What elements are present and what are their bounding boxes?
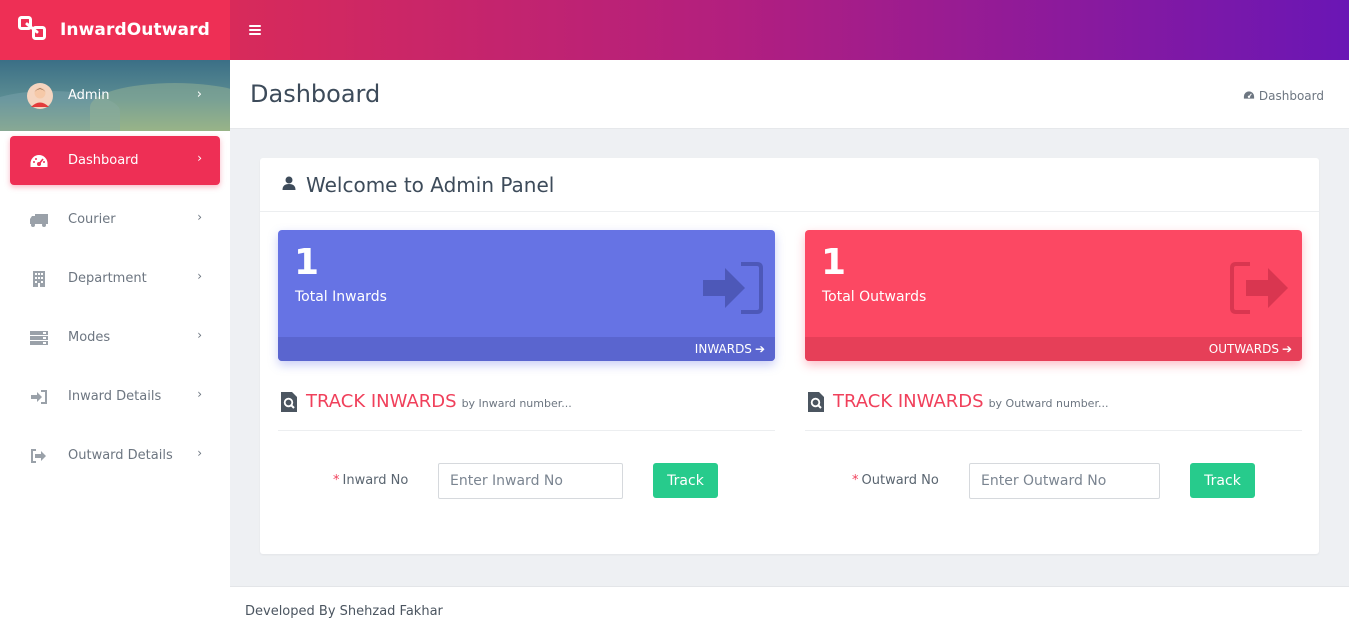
avatar <box>27 82 53 109</box>
user-panel-background <box>90 83 230 131</box>
sign-in-icon <box>701 260 765 320</box>
chevron-right-icon: › <box>196 87 202 102</box>
track-outward-button[interactable]: Track <box>1190 463 1255 498</box>
sidebar: Admin › Dashboard › Courier › Department… <box>0 60 230 636</box>
track-outwards-title: TRACK INWARDS <box>833 391 984 412</box>
user-name: Admin <box>68 88 110 103</box>
sidebar-item-inward-details[interactable]: Inward Details › <box>10 372 220 421</box>
inwards-label: Total Inwards <box>295 289 387 305</box>
sidebar-item-modes[interactable]: Modes › <box>10 313 220 362</box>
sidebar-item-label: Department <box>68 271 147 286</box>
outward-no-input[interactable] <box>969 463 1160 499</box>
breadcrumb-label: Dashboard <box>1258 89 1324 103</box>
outwards-link[interactable]: OUTWARDS ➔ <box>805 337 1302 361</box>
chevron-right-icon: › <box>197 387 202 401</box>
total-inwards-card: 1 Total Inwards INWARDS ➔ <box>278 230 775 361</box>
panel-header: Welcome to Admin Panel <box>260 158 1319 212</box>
track-outwards-header: TRACK INWARDS by Outward number... <box>805 391 1302 431</box>
sidebar-item-label: Courier <box>68 212 116 227</box>
track-inwards-header: TRACK INWARDS by Inward number... <box>278 391 775 431</box>
content-header: Dashboard Dashboard <box>230 60 1349 129</box>
track-inward-button[interactable]: Track <box>653 463 718 498</box>
chevron-right-icon: › <box>197 328 202 342</box>
sign-out-icon <box>1228 260 1292 320</box>
brand-title: InwardOutward <box>60 20 210 40</box>
chevron-right-icon: › <box>197 269 202 283</box>
sidebar-item-courier[interactable]: Courier › <box>10 195 220 244</box>
user-icon <box>282 175 296 194</box>
footer: Developed By Shehzad Fakhar <box>230 586 1349 636</box>
outwards-count: 1 <box>821 242 847 283</box>
hamburger-icon[interactable] <box>249 25 261 35</box>
breadcrumb[interactable]: Dashboard <box>1243 89 1324 103</box>
chevron-right-icon: › <box>197 151 202 165</box>
dashboard-gauge-icon <box>28 152 50 170</box>
chevron-right-icon: › <box>197 446 202 460</box>
sidebar-item-label: Dashboard <box>68 153 139 168</box>
arrow-right-icon: ➔ <box>754 342 765 356</box>
track-outwards-section: TRACK INWARDS by Outward number... * Outw… <box>805 391 1302 511</box>
link-squares-icon <box>18 16 48 44</box>
inwards-count: 1 <box>294 242 320 283</box>
outwards-link-label: OUTWARDS <box>1208 342 1279 356</box>
inwards-link[interactable]: INWARDS ➔ <box>278 337 775 361</box>
brand[interactable]: InwardOutward <box>0 0 230 60</box>
server-icon <box>28 329 50 347</box>
track-inwards-form: *Inward No Track <box>278 431 775 511</box>
inward-no-label: * Inward No <box>333 473 409 488</box>
track-inwards-subtitle: by Inward number... <box>461 397 572 410</box>
search-document-icon <box>280 391 298 417</box>
chevron-right-icon: › <box>197 210 202 224</box>
track-outwards-form: *Outward No Track <box>805 431 1302 511</box>
panel-title: Welcome to Admin Panel <box>306 172 555 197</box>
dashboard-gauge-icon <box>1243 89 1259 103</box>
user-panel[interactable]: Admin › <box>0 60 230 131</box>
inwards-link-label: INWARDS <box>694 342 752 356</box>
sign-out-icon <box>28 447 50 465</box>
sign-in-icon <box>28 388 50 406</box>
sidebar-item-label: Inward Details <box>68 389 162 404</box>
sidebar-item-dashboard[interactable]: Dashboard › <box>10 136 220 185</box>
page-title: Dashboard <box>250 80 381 108</box>
sidebar-item-label: Outward Details <box>68 448 173 463</box>
track-inwards-title: TRACK INWARDS <box>306 391 457 412</box>
total-outwards-card: 1 Total Outwards OUTWARDS ➔ <box>805 230 1302 361</box>
sidebar-item-label: Modes <box>68 330 111 345</box>
search-document-icon <box>807 391 825 417</box>
sidebar-nav: Dashboard › Courier › Department › Modes… <box>0 131 230 480</box>
track-inwards-section: TRACK INWARDS by Inward number... * Inwar… <box>278 391 775 511</box>
footer-text: Developed By Shehzad Fakhar <box>245 604 443 619</box>
welcome-panel: Welcome to Admin Panel 1 Total Inwards I… <box>260 158 1319 554</box>
building-icon <box>28 270 50 288</box>
truck-icon <box>28 211 50 229</box>
arrow-right-icon: ➔ <box>1281 342 1292 356</box>
track-outwards-subtitle: by Outward number... <box>988 397 1109 410</box>
inward-no-input[interactable] <box>438 463 623 499</box>
outwards-label: Total Outwards <box>822 289 927 305</box>
sidebar-item-department[interactable]: Department › <box>10 254 220 303</box>
outward-no-label: * Outward No <box>852 473 939 488</box>
sidebar-item-outward-details[interactable]: Outward Details › <box>10 431 220 480</box>
top-navbar <box>230 0 1349 60</box>
